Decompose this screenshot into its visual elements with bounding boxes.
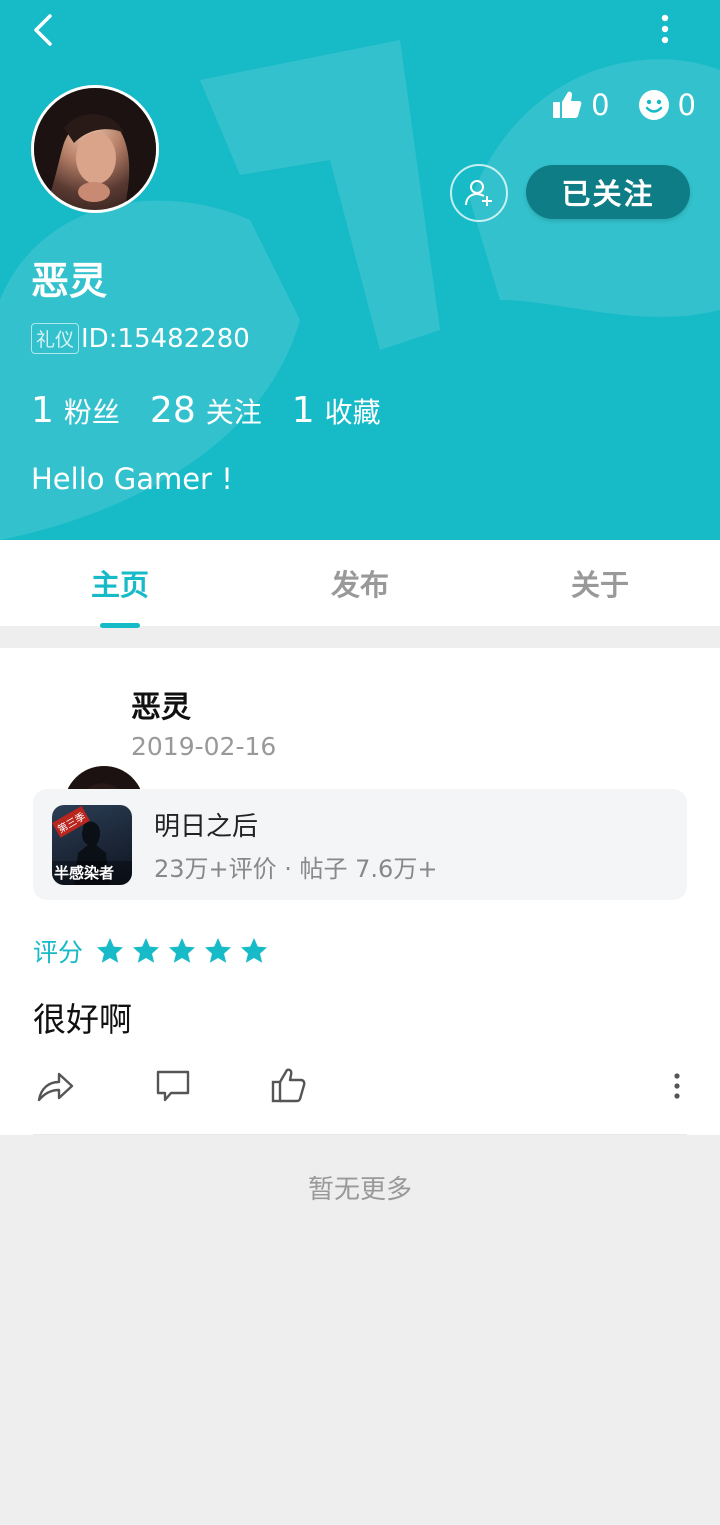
post-author-name[interactable]: 恶灵 <box>131 682 276 726</box>
reaction-stats: 0 0 <box>551 88 696 122</box>
user-id-line: 礼仪 ID:15482280 <box>31 323 250 354</box>
profile-counts: 1 粉丝 28 关注 1 收藏 <box>31 390 411 431</box>
game-card[interactable]: 第三季 半感染者 明日之后 23万+评价 · 帖子 7.6万+ <box>33 789 687 900</box>
post-header: 恶灵 2019-02-16 <box>33 681 276 846</box>
game-title: 明日之后 <box>154 811 259 842</box>
user-bio: Hello Gamer ! <box>31 462 233 496</box>
comment-icon[interactable] <box>153 1066 193 1106</box>
emoji-count: 0 <box>677 88 696 122</box>
etiquette-badge: 礼仪 <box>31 323 80 354</box>
more-vertical-icon[interactable] <box>650 10 680 50</box>
followed-button[interactable]: 已关注 <box>526 165 690 219</box>
star-icon <box>241 938 268 963</box>
star-icon <box>97 938 124 963</box>
profile-header: 0 0 已关注 恶灵 礼仪 ID:15482280 1 粉丝 28 关注 1 收… <box>0 0 720 540</box>
star-icon <box>169 938 196 963</box>
tab-about[interactable]: 关于 <box>480 540 720 626</box>
favorites-count[interactable]: 1 <box>292 390 315 431</box>
add-user-icon <box>465 180 492 206</box>
smiley-icon <box>638 90 669 120</box>
post-divider <box>33 1134 687 1135</box>
review-post[interactable]: 恶灵 2019-02-16 第三季 半感染者 明日之后 23万+评价 · 帖子 … <box>0 648 720 1135</box>
post-date: 2019-02-16 <box>131 731 277 761</box>
game-meta: 23万+评价 · 帖子 7.6万+ <box>154 854 438 883</box>
like-icon[interactable] <box>269 1066 309 1106</box>
rating: 评分 <box>33 933 275 969</box>
watermark-logo <box>0 40 720 540</box>
fans-count[interactable]: 1 <box>31 390 54 431</box>
favorites-label[interactable]: 收藏 <box>325 391 381 431</box>
fans-label[interactable]: 粉丝 <box>64 391 120 431</box>
likes-stat[interactable]: 0 <box>551 88 610 122</box>
post-actions <box>33 1066 687 1106</box>
add-friend-button[interactable] <box>450 164 508 222</box>
rating-label: 评分 <box>33 938 84 967</box>
post-author-info: 恶灵 2019-02-16 <box>131 682 276 761</box>
review-text: 很好啊 <box>33 1000 132 1039</box>
thumbs-up-icon <box>553 91 582 118</box>
game-icon-text: 半感染者 <box>54 863 115 882</box>
tab-home[interactable]: 主页 <box>0 540 240 628</box>
back-arrow-icon[interactable] <box>26 10 66 50</box>
avatar[interactable] <box>31 85 159 213</box>
star-icon <box>133 938 160 963</box>
share-icon[interactable] <box>35 1066 75 1106</box>
no-more-text: 暂无更多 <box>307 1175 412 1205</box>
username: 恶灵 <box>31 259 108 303</box>
section-gap <box>0 626 720 648</box>
star-icon <box>205 938 232 963</box>
game-icon: 第三季 半感染者 <box>52 804 132 885</box>
following-label[interactable]: 关注 <box>206 391 262 431</box>
post-more-icon[interactable] <box>667 1066 687 1106</box>
likes-count: 0 <box>591 88 610 122</box>
emoji-stat[interactable]: 0 <box>638 88 696 122</box>
tab-posts[interactable]: 发布 <box>240 540 480 626</box>
following-count[interactable]: 28 <box>150 390 196 431</box>
game-info: 明日之后 23万+评价 · 帖子 7.6万+ <box>154 806 437 884</box>
profile-tabs: 主页 发布 关于 <box>0 540 720 628</box>
user-id: ID:15482280 <box>81 323 250 354</box>
